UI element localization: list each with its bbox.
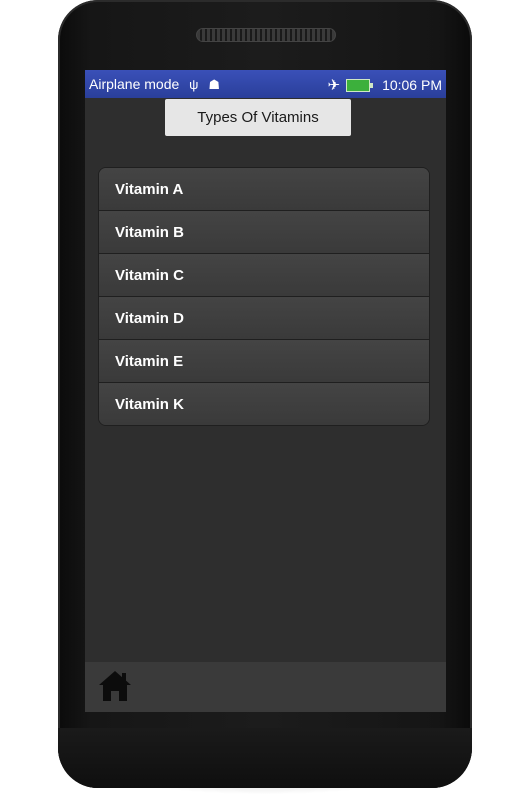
list-item-vitamin-k[interactable]: Vitamin K [99,383,429,425]
list-item-label: Vitamin C [115,266,184,284]
bottom-bar [85,662,446,712]
list-item-vitamin-c[interactable]: Vitamin C [99,254,429,297]
home-icon[interactable] [97,668,133,704]
status-bar: Airplane mode ψ ☗ ✈ 10:06 PM [85,70,446,98]
app-screen: Airplane mode ψ ☗ ✈ 10:06 PM Types Of Vi… [85,70,446,712]
speaker-grille [196,28,336,42]
list-item-label: Vitamin D [115,309,184,327]
airplane-icon: ✈ [327,77,341,94]
battery-charging-icon [346,78,374,92]
page-title: Types Of Vitamins [165,99,351,136]
vitamin-list: Vitamin A Vitamin B Vitamin C Vitamin D … [98,167,430,426]
android-icon: ☗ [208,77,220,92]
usb-icon: ψ [189,77,199,92]
list-item-vitamin-b[interactable]: Vitamin B [99,211,429,254]
list-item-label: Vitamin A [115,180,184,198]
list-item-label: Vitamin B [115,223,184,241]
list-item-label: Vitamin K [115,395,184,413]
list-item-vitamin-a[interactable]: Vitamin A [99,168,429,211]
phone-bottom-bezel [58,728,472,788]
list-item-vitamin-e[interactable]: Vitamin E [99,340,429,383]
list-item-vitamin-d[interactable]: Vitamin D [99,297,429,340]
list-item-label: Vitamin E [115,352,184,370]
status-time: 10:06 PM [382,77,442,93]
status-left: Airplane mode ψ ☗ [89,76,220,93]
status-right: ✈ 10:06 PM [327,76,442,94]
airplane-mode-label: Airplane mode [89,76,180,92]
